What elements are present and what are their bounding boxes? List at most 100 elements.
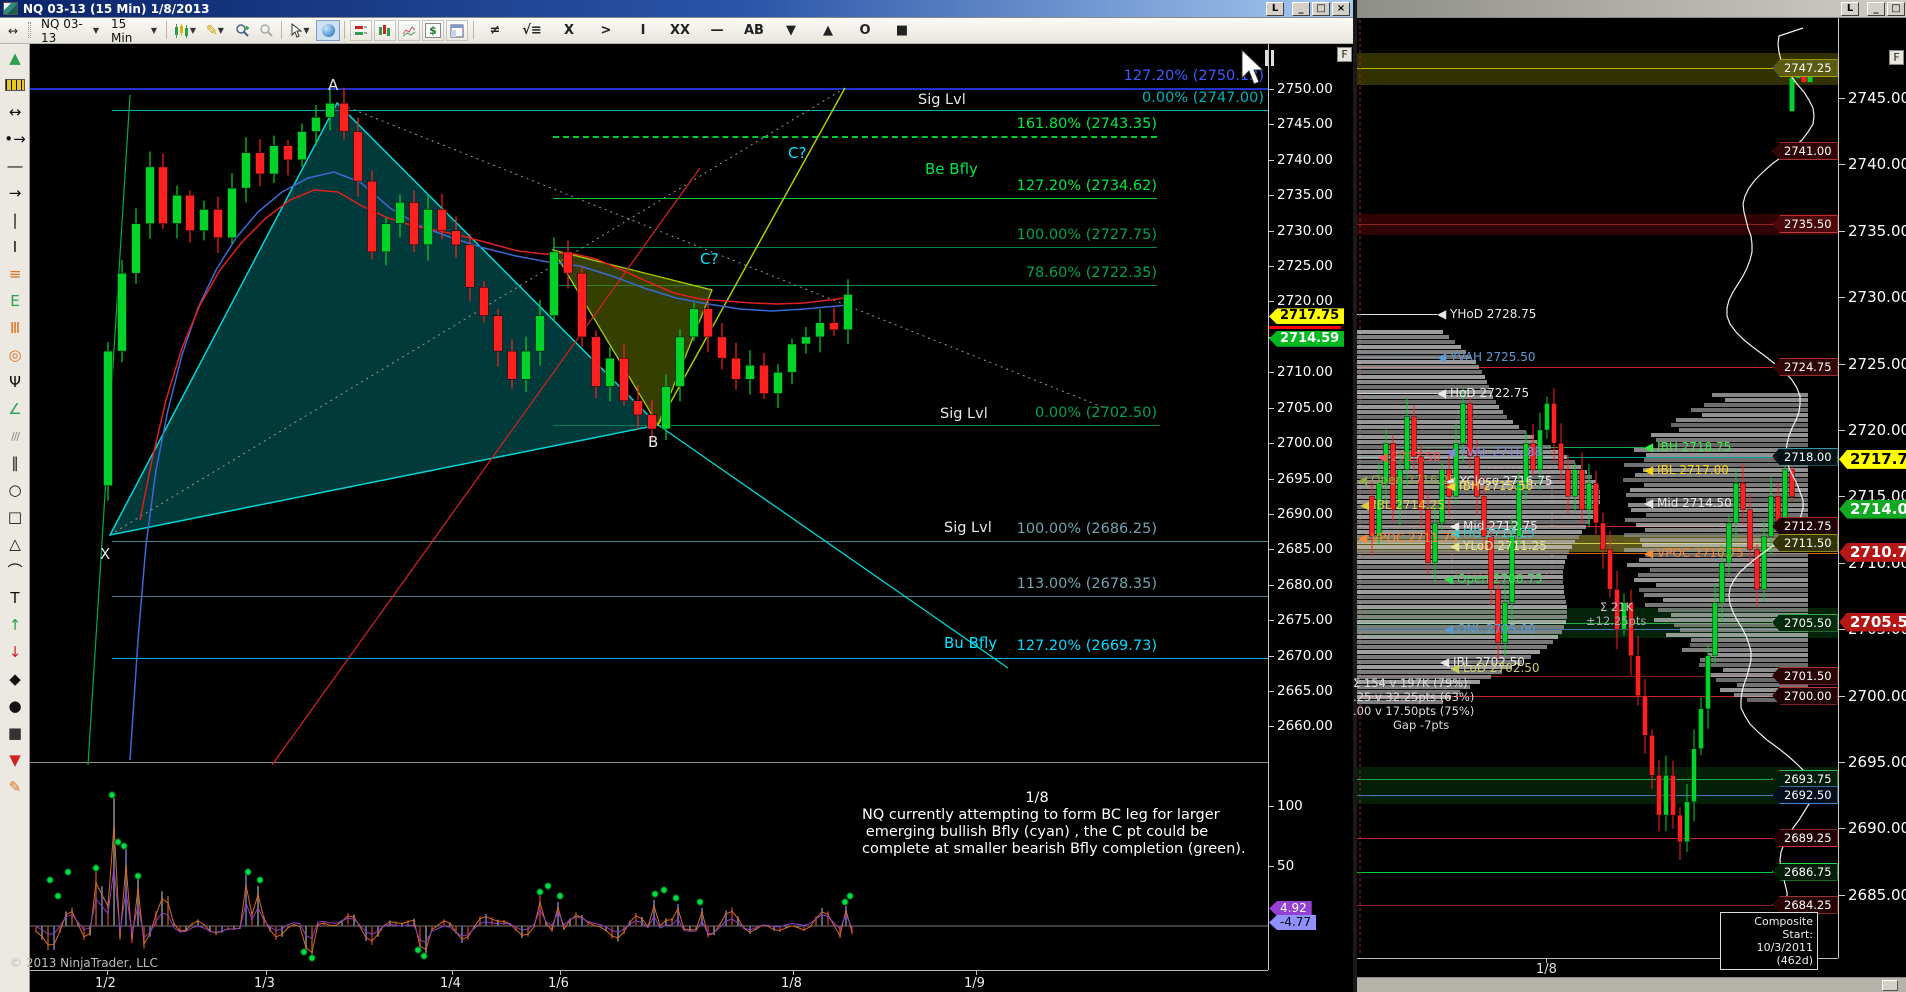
shortcut-x-button[interactable]: > bbox=[591, 20, 621, 41]
shortcut-X-button[interactable]: X bbox=[554, 20, 584, 41]
shortcut-x-button[interactable]: — bbox=[702, 20, 732, 41]
account-button[interactable]: $ bbox=[422, 20, 444, 41]
pattern-point-label: C? bbox=[700, 250, 718, 268]
minimize-button[interactable]: _ bbox=[1867, 2, 1885, 16]
gann-fan-icon[interactable]: ∠ bbox=[2, 397, 28, 421]
tpo-profile-icon[interactable]: Ⅲ bbox=[2, 316, 28, 340]
arrow-down-icon[interactable]: ↓ bbox=[2, 640, 28, 664]
parallel-line-icon[interactable]: ∥ bbox=[2, 451, 28, 475]
shortcut-AB-button[interactable]: AB bbox=[739, 20, 769, 41]
square-icon[interactable]: ■ bbox=[2, 721, 28, 745]
axis-tick bbox=[1838, 629, 1845, 630]
title-bar[interactable] bbox=[1357, 0, 1906, 18]
vertical-line-icon[interactable]: | bbox=[2, 208, 28, 232]
toolbar-grip[interactable] bbox=[28, 22, 31, 38]
profile-label-text: HoD 2722.75 bbox=[1450, 386, 1529, 400]
link-button[interactable]: L bbox=[1266, 2, 1284, 16]
price-axis-label: 2720.00 bbox=[1848, 421, 1906, 439]
dot-icon[interactable]: ● bbox=[2, 694, 28, 718]
profile-level-label: ◀ HG 2712.25 bbox=[1450, 526, 1535, 540]
order-list-icon bbox=[354, 24, 368, 38]
indicators-button[interactable] bbox=[398, 20, 420, 41]
level-price-tag: 2686.75 bbox=[1772, 863, 1838, 881]
data-series-button[interactable] bbox=[374, 20, 396, 41]
price-axis-label: 2740.00 bbox=[1848, 155, 1906, 173]
maximize-button[interactable]: □ bbox=[1887, 2, 1905, 16]
chevron-up-icon[interactable]: ▲ bbox=[2, 46, 28, 70]
draw-tool-button[interactable]: ✎ ▼ bbox=[201, 20, 229, 41]
pitchfork-icon[interactable]: Ψ bbox=[2, 370, 28, 394]
profile-label-text: Mid 2714.50 bbox=[1657, 496, 1732, 510]
profile-label-text: Open 2716.25 bbox=[1371, 473, 1457, 487]
chart-style-button[interactable]: ▼ bbox=[171, 20, 199, 41]
profile-plot[interactable] bbox=[1357, 18, 1838, 958]
price-axis-label: 2695.00 bbox=[1848, 753, 1906, 771]
pan-tool-button[interactable]: ↔ bbox=[2, 20, 24, 41]
focus-button[interactable]: F bbox=[1337, 47, 1352, 62]
shortcut-xx-button[interactable]: √≡ bbox=[517, 20, 547, 41]
triangle-icon[interactable]: △ bbox=[2, 532, 28, 556]
shortcut-x-button[interactable]: ■ bbox=[887, 20, 917, 41]
shortcut-x-button[interactable]: ▲ bbox=[813, 20, 843, 41]
shortcut-x-button[interactable]: ▼ bbox=[776, 20, 806, 41]
zoom-in-button[interactable] bbox=[231, 20, 253, 41]
ruler-icon[interactable] bbox=[2, 73, 28, 97]
level-price-tag: 2712.75 bbox=[1772, 517, 1838, 535]
time-cycle-icon[interactable]: I bbox=[2, 235, 28, 259]
maximize-button[interactable]: □ bbox=[1312, 2, 1330, 16]
pencil-icon: ✎ bbox=[206, 23, 218, 39]
axis-tick bbox=[1268, 372, 1274, 373]
stat-line: Σ 154 v 197K (79%) bbox=[1353, 676, 1468, 690]
time-axis-label: 1/9 bbox=[964, 976, 985, 991]
profile-level-label: ◀ ONL 2705.00 bbox=[1444, 622, 1536, 636]
price-axis-label: 2725.00 bbox=[1277, 258, 1333, 274]
scroll-button[interactable] bbox=[1882, 980, 1898, 991]
chevron-down-icon: ▼ bbox=[151, 26, 157, 35]
text-icon[interactable]: T bbox=[2, 586, 28, 610]
link-button[interactable]: L bbox=[1841, 2, 1859, 16]
fib-circle-icon[interactable]: ◎ bbox=[2, 343, 28, 367]
diamond-icon[interactable]: ◆ bbox=[2, 667, 28, 691]
arc-icon[interactable]: ⌒ bbox=[2, 559, 28, 583]
close-button[interactable]: × bbox=[1332, 2, 1350, 16]
title-bar[interactable]: NQ 03-13 (15 Min) 1/8/2013 bbox=[0, 0, 1353, 18]
rectangle-icon[interactable]: □ bbox=[2, 505, 28, 529]
level-price-tag: 2701.50 bbox=[1772, 667, 1838, 685]
minimize-button[interactable]: _ bbox=[1292, 2, 1310, 16]
profile-label-text: Open 2708.75 bbox=[1457, 572, 1543, 586]
indicator-axis-label: 50 bbox=[1277, 858, 1294, 874]
cursor-tool-button[interactable]: ▼ bbox=[286, 20, 314, 41]
horizontal-scrollbar[interactable] bbox=[1357, 977, 1906, 992]
extended-line-icon[interactable]: ↔ bbox=[2, 100, 28, 124]
arrow-line-icon[interactable]: → bbox=[2, 181, 28, 205]
trend-channel-icon[interactable]: /// bbox=[2, 424, 28, 448]
pattern-point-label: B bbox=[648, 433, 658, 451]
zoom-out-button[interactable] bbox=[255, 20, 277, 41]
focus-button[interactable]: F bbox=[1889, 50, 1904, 65]
instrument-dropdown[interactable]: NQ 03-13▼ bbox=[36, 20, 104, 41]
fib-extension-icon[interactable]: E bbox=[2, 289, 28, 313]
fib-retracement-icon[interactable]: ≡ bbox=[2, 262, 28, 286]
profile-level-label: ◀ YLoD 2711.25 bbox=[1450, 539, 1547, 553]
price-axis-label: 2745.00 bbox=[1277, 116, 1333, 132]
composite-info-box: Composite Start: 10/3/2011 (462d) bbox=[1720, 912, 1818, 970]
shortcut-I-button[interactable]: I bbox=[628, 20, 658, 41]
shortcut-x-button[interactable]: ≠ bbox=[480, 20, 510, 41]
crosshair-globe-button[interactable] bbox=[316, 20, 340, 41]
axis-tick bbox=[1268, 479, 1274, 480]
mouse-cursor bbox=[1238, 48, 1278, 92]
ray-icon[interactable]: •→ bbox=[2, 127, 28, 151]
alerts-button[interactable] bbox=[350, 20, 372, 41]
brush-icon[interactable]: ✎ bbox=[2, 775, 28, 799]
app-icon bbox=[3, 2, 18, 15]
triangle-down-icon[interactable]: ▼ bbox=[2, 748, 28, 772]
shortcut-O-button[interactable]: O bbox=[850, 20, 880, 41]
annotation-date: 1/8 bbox=[862, 790, 1212, 807]
profile-label-text: YVAL 2716.88 bbox=[1459, 445, 1542, 459]
properties-button[interactable] bbox=[446, 20, 468, 41]
segment-icon[interactable]: ― bbox=[2, 154, 28, 178]
shortcut-XX-button[interactable]: XX bbox=[665, 20, 695, 41]
ellipse-icon[interactable]: ○ bbox=[2, 478, 28, 502]
arrow-up-icon[interactable]: ↑ bbox=[2, 613, 28, 637]
interval-dropdown[interactable]: 15 Min▼ bbox=[106, 20, 162, 41]
